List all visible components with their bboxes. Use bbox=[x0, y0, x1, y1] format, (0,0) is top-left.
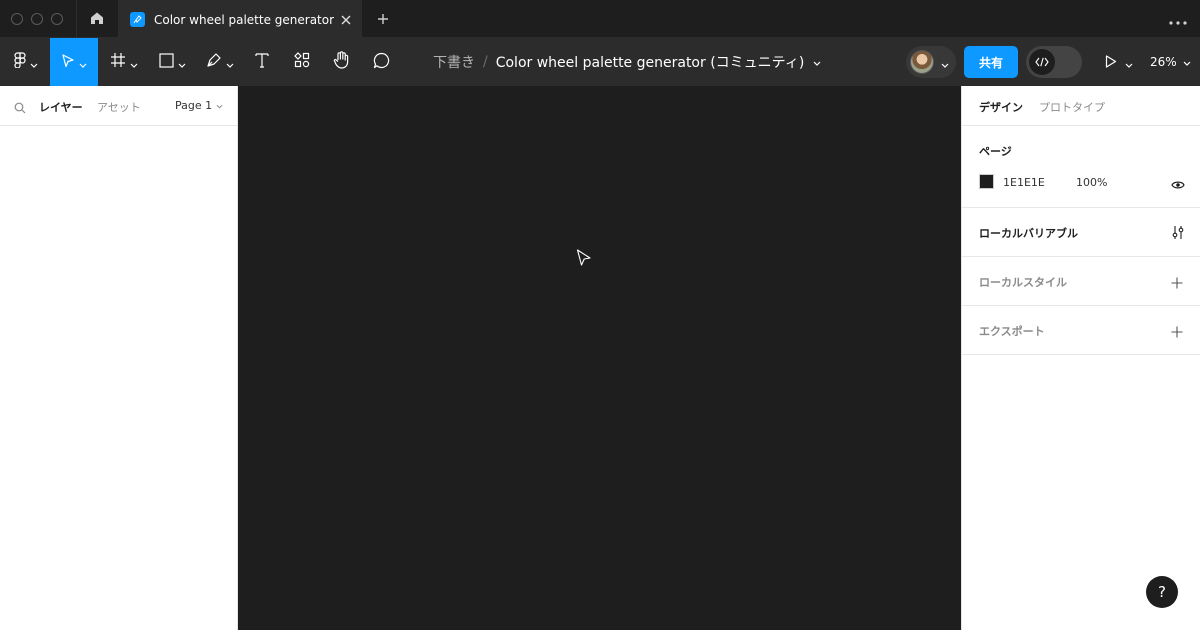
move-tool[interactable] bbox=[50, 38, 98, 86]
local-styles-section[interactable]: ローカルスタイル bbox=[962, 257, 1200, 306]
pen-tool[interactable] bbox=[200, 38, 240, 86]
chevron-down-icon bbox=[79, 53, 87, 72]
page-section: ページ 1E1E1E 100% bbox=[962, 126, 1200, 208]
frame-icon bbox=[110, 52, 126, 72]
page-section-title: ページ bbox=[979, 145, 1012, 158]
file-tab[interactable]: Color wheel palette generator (コミ bbox=[118, 0, 362, 38]
chevron-down-icon bbox=[1125, 53, 1133, 72]
figma-file-icon bbox=[130, 11, 145, 27]
move-icon bbox=[61, 53, 75, 72]
plus-icon[interactable] bbox=[1171, 274, 1183, 293]
local-variables-title: ローカルバリアブル bbox=[979, 227, 1078, 240]
breadcrumb-separator: / bbox=[483, 54, 488, 70]
minimize-window-button[interactable] bbox=[31, 13, 43, 25]
zoom-menu[interactable]: 26% bbox=[1150, 38, 1191, 86]
divider bbox=[76, 0, 77, 38]
chevron-down-icon bbox=[178, 53, 186, 72]
eye-icon[interactable] bbox=[1171, 175, 1185, 194]
new-tab-button[interactable] bbox=[372, 9, 394, 29]
canvas[interactable] bbox=[239, 86, 961, 630]
close-window-button[interactable] bbox=[11, 13, 23, 25]
chevron-down-icon bbox=[941, 53, 949, 72]
export-title: エクスポート bbox=[979, 325, 1045, 338]
local-variables-section[interactable]: ローカルバリアブル bbox=[962, 208, 1200, 257]
tab-layers[interactable]: レイヤー bbox=[39, 99, 83, 115]
layers-panel-header: レイヤー アセット Page 1 bbox=[0, 86, 237, 126]
toolbar: 下書き / Color wheel palette generator (コミュ… bbox=[0, 38, 1200, 86]
search-icon[interactable] bbox=[14, 99, 26, 118]
hand-tool[interactable] bbox=[327, 38, 355, 86]
page-color-hex[interactable]: 1E1E1E bbox=[1003, 176, 1045, 189]
zoom-window-button[interactable] bbox=[51, 13, 63, 25]
plus-icon bbox=[377, 10, 389, 29]
present-button[interactable] bbox=[1100, 38, 1138, 86]
home-button[interactable] bbox=[78, 0, 116, 38]
more-icon bbox=[1169, 10, 1187, 29]
pen-icon bbox=[206, 52, 222, 72]
resources-tool[interactable] bbox=[288, 38, 316, 86]
properties-panel: デザイン プロトタイプ ページ 1E1E1E 100% ローカルバリアブル ロー… bbox=[961, 86, 1200, 630]
export-section[interactable]: エクスポート bbox=[962, 306, 1200, 355]
hand-icon bbox=[333, 51, 350, 73]
page-color-swatch[interactable] bbox=[979, 174, 994, 189]
layers-panel: レイヤー アセット Page 1 bbox=[0, 86, 238, 630]
sliders-icon[interactable] bbox=[1171, 225, 1185, 244]
more-button[interactable] bbox=[1164, 9, 1192, 29]
chevron-down-icon bbox=[130, 53, 138, 72]
comment-icon bbox=[373, 52, 390, 73]
page-selector[interactable]: Page 1 bbox=[175, 99, 223, 112]
share-button[interactable]: 共有 bbox=[964, 46, 1018, 78]
plus-icon[interactable] bbox=[1171, 323, 1183, 342]
home-icon bbox=[90, 10, 104, 29]
pointer-cursor-icon bbox=[576, 249, 592, 271]
page-color-opacity[interactable]: 100% bbox=[1076, 176, 1107, 189]
dev-mode-toggle[interactable] bbox=[1026, 46, 1082, 78]
text-tool[interactable] bbox=[248, 38, 276, 86]
tab-assets[interactable]: アセット bbox=[97, 99, 141, 115]
tab-title: Color wheel palette generator (コミ bbox=[154, 12, 334, 27]
tab-design[interactable]: デザイン bbox=[979, 99, 1023, 115]
text-icon bbox=[254, 52, 270, 72]
code-icon bbox=[1029, 49, 1055, 75]
title-bar: Color wheel palette generator (コミ bbox=[0, 0, 1200, 38]
main-menu-button[interactable] bbox=[4, 38, 48, 86]
play-icon bbox=[1105, 53, 1117, 72]
chevron-down-icon bbox=[226, 53, 234, 72]
tab-close-button[interactable] bbox=[338, 11, 354, 27]
close-icon bbox=[341, 10, 351, 29]
rectangle-icon bbox=[158, 52, 174, 72]
shape-tool[interactable] bbox=[152, 38, 192, 86]
help-button[interactable]: ? bbox=[1146, 576, 1178, 608]
figma-menu-icon bbox=[14, 52, 26, 72]
user-menu[interactable] bbox=[906, 46, 956, 78]
comment-tool[interactable] bbox=[367, 38, 395, 86]
page-name: Page 1 bbox=[175, 99, 213, 112]
avatar bbox=[910, 50, 934, 74]
local-styles-title: ローカルスタイル bbox=[979, 276, 1067, 289]
file-name[interactable]: Color wheel palette generator (コミュニティ) bbox=[496, 52, 805, 72]
breadcrumb: 下書き / Color wheel palette generator (コミュ… bbox=[433, 38, 821, 86]
breadcrumb-drafts[interactable]: 下書き bbox=[433, 52, 475, 72]
tab-prototype[interactable]: プロトタイプ bbox=[1039, 99, 1105, 115]
chevron-down-icon bbox=[1183, 55, 1191, 69]
frame-tool[interactable] bbox=[104, 38, 144, 86]
chevron-down-icon[interactable] bbox=[813, 54, 821, 70]
chevron-down-icon bbox=[30, 53, 38, 72]
zoom-level: 26% bbox=[1150, 55, 1177, 69]
resources-icon bbox=[294, 52, 310, 72]
properties-panel-header: デザイン プロトタイプ bbox=[962, 86, 1200, 126]
chevron-down-icon bbox=[216, 99, 223, 112]
